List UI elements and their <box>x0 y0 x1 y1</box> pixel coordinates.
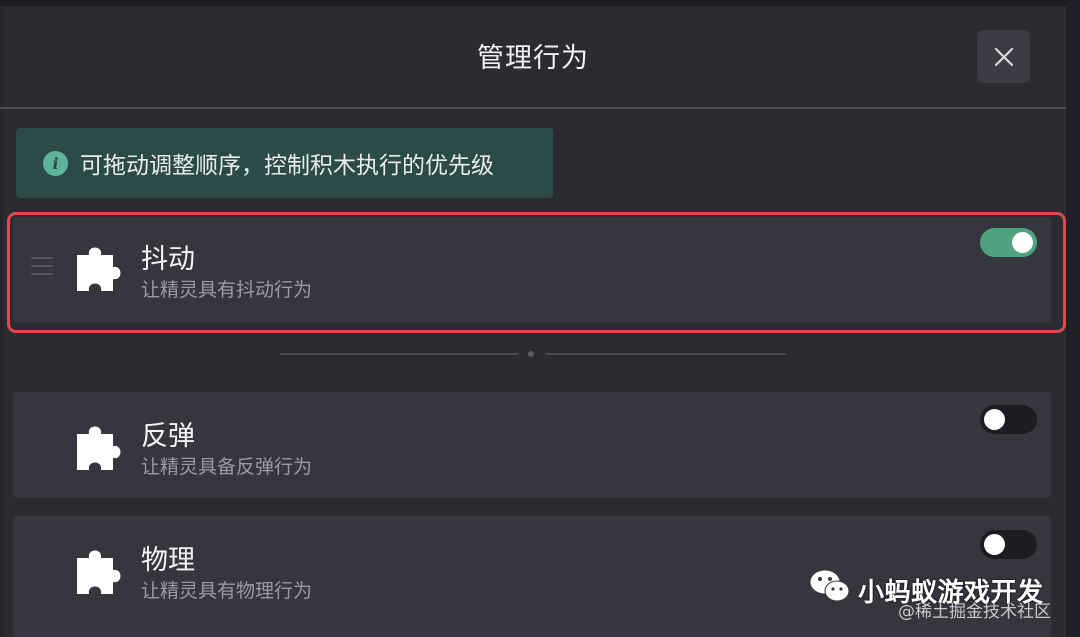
behavior-toggle[interactable] <box>980 530 1037 559</box>
close-button[interactable] <box>977 30 1030 83</box>
dialog-title: 管理行为 <box>477 43 589 74</box>
behavior-description: 让精灵具备反弹行为 <box>141 456 313 478</box>
behavior-name: 反弹 <box>141 421 195 452</box>
toggle-knob <box>984 409 1005 430</box>
divider-right <box>546 353 786 355</box>
watermark-source: @稀土掘金技术社区 <box>898 602 1051 622</box>
behavior-description: 让精灵具有物理行为 <box>141 580 313 602</box>
toggle-knob <box>984 534 1005 555</box>
tip-banner: i 可拖动调整顺序，控制积木执行的优先级 <box>16 128 553 198</box>
wechat-icon <box>809 569 850 602</box>
puzzle-piece-icon <box>77 550 121 594</box>
right-edge <box>1066 0 1080 637</box>
divider-left <box>280 353 518 355</box>
close-icon <box>994 47 1013 66</box>
puzzle-piece-icon <box>77 426 121 470</box>
behavior-card-bounce[interactable]: 反弹 让精灵具备反弹行为 <box>13 392 1051 498</box>
manage-behaviors-dialog: 管理行为 i 可拖动调整顺序，控制积木执行的优先级 抖动 让精灵具有抖动行为 反… <box>0 0 1080 637</box>
divider-dot <box>528 351 534 357</box>
behavior-name: 物理 <box>141 545 195 576</box>
info-icon: i <box>43 150 68 176</box>
selection-highlight <box>7 212 1066 333</box>
behavior-toggle[interactable] <box>980 405 1037 434</box>
dialog-header: 管理行为 <box>0 6 1066 109</box>
tip-text: 可拖动调整顺序，控制积木执行的优先级 <box>80 153 494 179</box>
